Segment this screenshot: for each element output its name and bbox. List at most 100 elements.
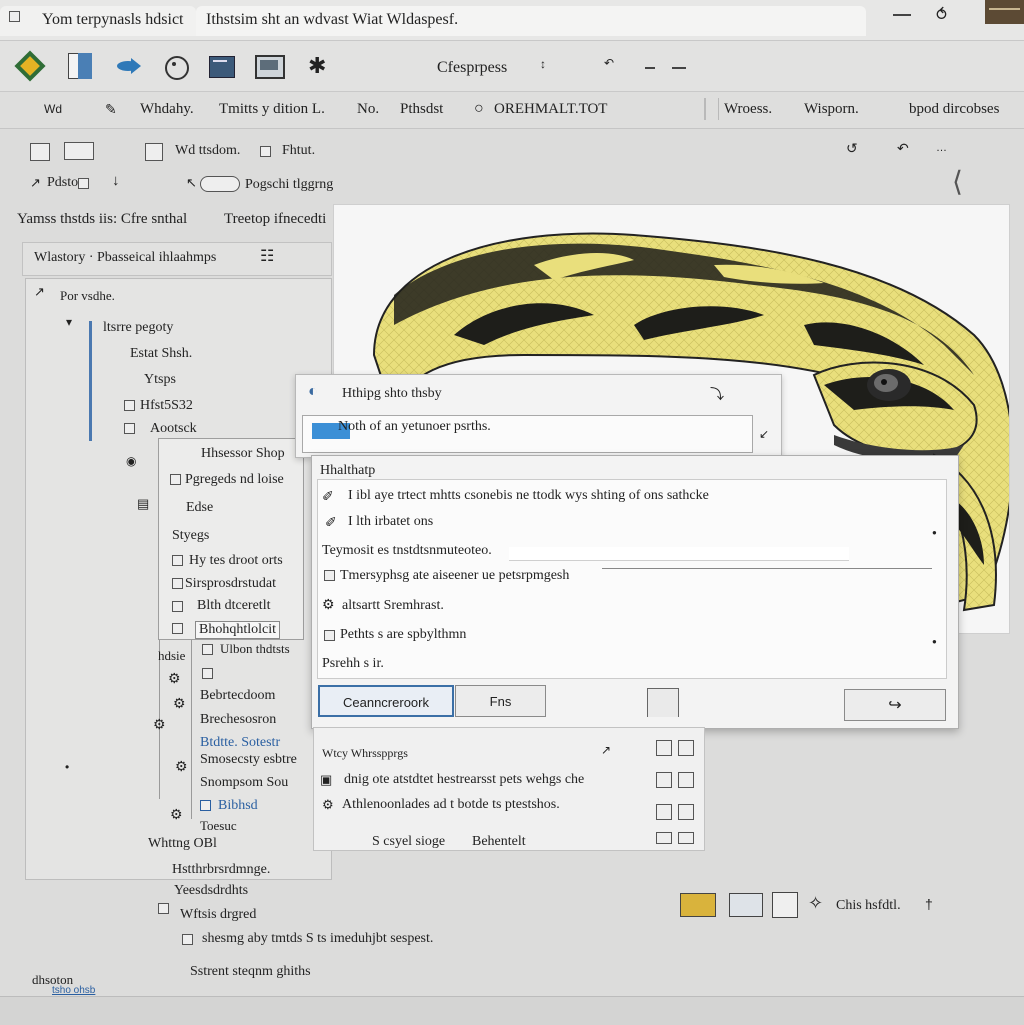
tree-item[interactable]: Bebrtecdoom — [200, 688, 275, 704]
undo-icon[interactable]: ↶ — [897, 140, 909, 157]
image-icon[interactable] — [254, 51, 285, 81]
text-input[interactable] — [509, 547, 849, 561]
section-icon[interactable]: ☷ — [260, 246, 274, 266]
lower-item[interactable]: Wftsis drgred — [180, 907, 256, 923]
menu-item[interactable]: bpod dircobses — [909, 101, 999, 118]
tree-item[interactable]: Brechesosron — [200, 712, 276, 728]
tool-label[interactable]: Fhtut. — [282, 143, 315, 159]
tool-icon[interactable] — [656, 740, 672, 756]
context-menu-item[interactable]: Styegs — [172, 528, 209, 544]
tree-item[interactable]: Snompsom Sou — [200, 775, 288, 791]
tree-item[interactable]: Ulbon thdtsts — [220, 641, 290, 657]
tree-item[interactable]: Toesuc — [200, 818, 237, 834]
option-row[interactable]: Tmersyphsg ate aiseener ue petsrpmgesh — [340, 568, 569, 584]
tree-item[interactable]: Smosecsty esbtre — [200, 752, 297, 768]
redo-button[interactable]: ↪ — [844, 689, 946, 721]
tool-icon[interactable] — [656, 832, 672, 844]
collapse-icon[interactable]: ⟨ — [952, 165, 963, 199]
pin-icon[interactable]: ↕ — [540, 57, 546, 71]
tool-label[interactable]: Wd ttsdom. — [175, 143, 240, 159]
lower-item[interactable]: Yeesdsdrdhts — [174, 883, 248, 899]
context-menu-item[interactable]: Blth dtceretlt — [197, 598, 270, 614]
option-row[interactable]: I ibl aye trtect mhtts csonebis ne ttodk… — [348, 488, 709, 504]
menu-item[interactable]: Tmitts y dition L. — [219, 101, 325, 118]
scroll-dot[interactable]: ● — [932, 528, 937, 537]
tool-icon[interactable] — [678, 772, 694, 788]
tree-toggle-icon[interactable]: ↗ — [34, 284, 45, 300]
image-icon[interactable] — [729, 893, 763, 917]
tree-item[interactable]: Estat Shsh. — [130, 346, 192, 362]
menu-item[interactable]: Wd — [44, 102, 62, 116]
table-icon[interactable] — [64, 142, 94, 160]
pen-icon[interactable]: ✎ — [105, 101, 117, 118]
tree-item[interactable]: Bibhsd — [218, 798, 258, 814]
scroll-dot[interactable]: ● — [932, 637, 937, 646]
palette-icon[interactable] — [162, 51, 192, 81]
folder-icon[interactable] — [680, 893, 716, 917]
cursor-icon[interactable]: ↖ — [186, 175, 197, 191]
chart-icon[interactable] — [145, 143, 163, 161]
context-menu-item[interactable]: Hhsessor Shop — [201, 446, 285, 462]
tool-icon[interactable] — [78, 178, 89, 189]
primary-button[interactable]: Ceanncreroork — [318, 685, 454, 717]
expand-icon[interactable]: ▾ — [66, 315, 72, 329]
resize-icon[interactable]: ↙ — [759, 427, 769, 441]
context-menu-item[interactable]: Pgregeds nd loise — [185, 472, 284, 488]
help-icon[interactable]: ⥀ — [936, 5, 947, 25]
pin-icon[interactable]: ⤵ — [710, 384, 724, 404]
context-menu-item[interactable]: Edse — [186, 500, 213, 516]
minimize-icon[interactable] — [893, 14, 911, 16]
book-icon[interactable] — [207, 51, 237, 81]
option-row[interactable]: Teymosit es tnstdtsnmuteoteo. — [322, 543, 492, 559]
tree-item[interactable]: Ytsps — [144, 372, 176, 388]
tree-item[interactable]: hdsie — [158, 648, 185, 664]
tree-item[interactable]: ltsrre pegoty — [103, 320, 173, 336]
door-icon[interactable] — [647, 688, 679, 717]
tree-item[interactable]: Hfst5S32 — [140, 398, 193, 414]
tree-item[interactable]: Aootsck — [150, 421, 197, 437]
tool-icon[interactable] — [678, 832, 694, 844]
dash-icon[interactable] — [645, 67, 655, 69]
refresh-icon[interactable]: ↺ — [846, 140, 858, 157]
arrow-icon[interactable]: ↗ — [30, 175, 41, 191]
lower-item[interactable]: shesmg aby tmtds S ts imeduhjbt sespest. — [202, 931, 433, 947]
pin-icon[interactable]: ↗ — [601, 743, 611, 757]
context-menu-item[interactable]: Sirsprosdrstudat — [185, 576, 276, 592]
fish-icon[interactable] — [114, 51, 144, 81]
dash-icon[interactable] — [672, 67, 686, 69]
lower-item[interactable]: Whttng OBl — [148, 836, 217, 852]
menu-item[interactable]: Wisporn. — [804, 101, 859, 118]
menu-item[interactable]: Whdahy. — [140, 101, 194, 118]
wand-icon[interactable]: ✧ — [808, 893, 823, 914]
context-menu-item-selected[interactable]: Bhohqhtlolcit — [195, 621, 280, 639]
grid-icon[interactable] — [30, 143, 50, 161]
popup-footer-left[interactable]: S csyel sioge — [372, 834, 445, 850]
option-row[interactable]: Pethts s are spbylthmn — [340, 627, 466, 643]
popup-footer-right[interactable]: Behentelt — [472, 834, 526, 850]
lower-item[interactable]: Sstrent steqnm ghiths — [190, 964, 311, 980]
menu-item[interactable]: No. — [357, 101, 379, 118]
undo-icon[interactable]: ↶ — [604, 56, 614, 70]
lower-item[interactable]: Hstthrbrsrdmnge. — [172, 862, 270, 878]
menu-item[interactable]: Wroess. — [724, 101, 772, 118]
option-row[interactable]: altsartt Sremhrast. — [342, 598, 444, 614]
tool-icon[interactable] — [260, 146, 271, 157]
tool-icon[interactable] — [678, 804, 694, 820]
option-row[interactable]: I lth irbatet ons — [348, 514, 433, 530]
menu-item[interactable]: Pthsdst — [400, 101, 443, 118]
tool-icon[interactable] — [656, 804, 672, 820]
status-link[interactable]: tsho ohsb — [52, 985, 95, 996]
tree-item[interactable]: Btdtte. Sotestr — [200, 735, 280, 751]
tool-icon[interactable] — [678, 740, 694, 756]
more-icon[interactable]: … — [936, 142, 947, 154]
document-icon[interactable] — [64, 51, 94, 81]
option-row[interactable]: Psrehh s ir. — [322, 656, 384, 672]
tool-label[interactable]: Pogschi tlggrng — [245, 177, 333, 193]
toggle-icon[interactable] — [200, 176, 240, 192]
context-menu-item[interactable]: Hy tes droot orts — [189, 553, 283, 569]
app-logo-icon[interactable] — [14, 50, 46, 82]
menu-item[interactable]: OREHMALT.TOT — [494, 101, 607, 118]
tool-icon[interactable] — [656, 772, 672, 788]
star-icon[interactable]: ✱ — [308, 51, 338, 81]
clipboard-icon[interactable] — [772, 892, 798, 918]
